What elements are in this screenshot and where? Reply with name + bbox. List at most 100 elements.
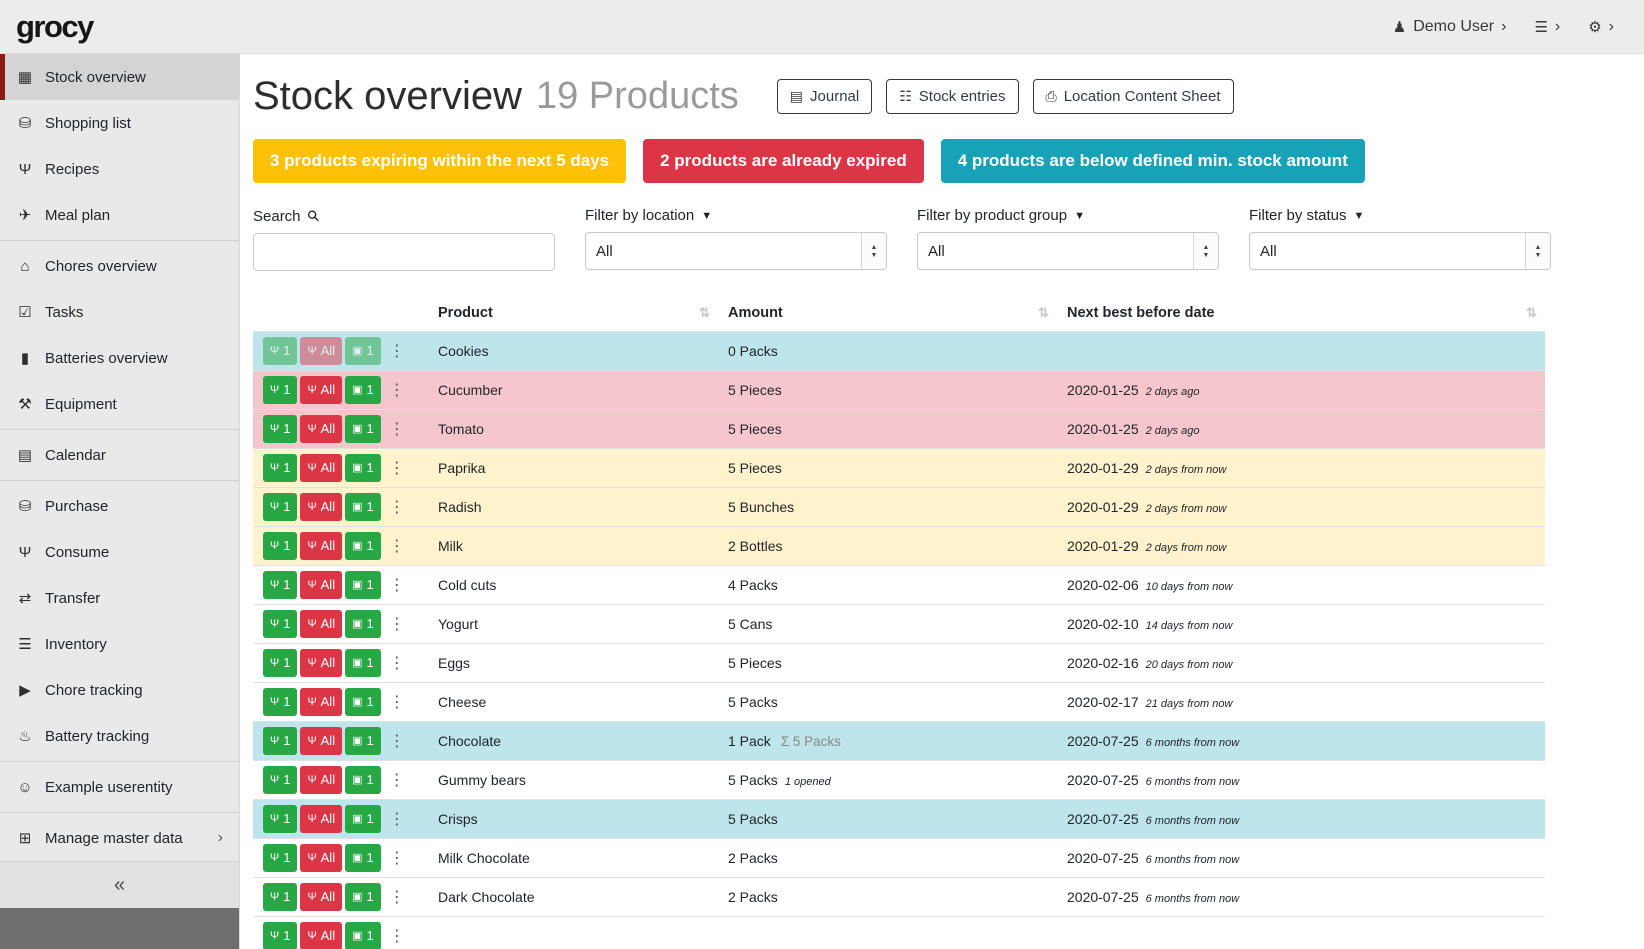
- sidebar-item-chores-overview[interactable]: ⌂Chores overview: [0, 243, 239, 289]
- open-one-button[interactable]: ▣1: [345, 337, 381, 365]
- consume-all-button[interactable]: ΨAll: [300, 766, 342, 794]
- sidebar-item-transfer[interactable]: ⇄Transfer: [0, 575, 239, 621]
- sidebar-item-batteries-overview[interactable]: ▮Batteries overview: [0, 335, 239, 381]
- row-menu-button[interactable]: ⋮: [384, 341, 410, 361]
- consume-one-button[interactable]: Ψ1: [263, 376, 297, 404]
- row-menu-button[interactable]: ⋮: [384, 458, 410, 478]
- row-menu-button[interactable]: ⋮: [384, 536, 410, 556]
- search-input[interactable]: [253, 233, 555, 271]
- consume-one-button[interactable]: Ψ1: [263, 922, 297, 949]
- sidebar-item-consume[interactable]: ΨConsume: [0, 529, 239, 575]
- sidebar-item-battery-tracking[interactable]: ♨Battery tracking: [0, 713, 239, 759]
- banner-below-min-stock[interactable]: 4 products are below defined min. stock …: [941, 139, 1365, 183]
- row-menu-button[interactable]: ⋮: [384, 575, 410, 595]
- admin-menu[interactable]: ⚙ ›: [1588, 18, 1614, 36]
- open-one-button[interactable]: ▣1: [345, 454, 381, 482]
- consume-all-button[interactable]: ΨAll: [300, 844, 342, 872]
- sidebar-collapse-button[interactable]: «: [114, 874, 125, 897]
- consume-all-button[interactable]: ΨAll: [300, 922, 342, 949]
- banner-expiring[interactable]: 3 products expiring within the next 5 da…: [253, 139, 626, 183]
- consume-one-button[interactable]: Ψ1: [263, 805, 297, 833]
- status-filter-select[interactable]: All: [1249, 232, 1551, 270]
- row-menu-button[interactable]: ⋮: [384, 653, 410, 673]
- open-one-button[interactable]: ▣1: [345, 571, 381, 599]
- journal-button[interactable]: ▤ Journal: [777, 79, 872, 114]
- row-menu-button[interactable]: ⋮: [384, 692, 410, 712]
- open-one-button[interactable]: ▣1: [345, 688, 381, 716]
- row-menu-button[interactable]: ⋮: [384, 497, 410, 517]
- open-one-button[interactable]: ▣1: [345, 766, 381, 794]
- user-menu[interactable]: ♟ Demo User ›: [1393, 18, 1507, 36]
- open-one-button[interactable]: ▣1: [345, 610, 381, 638]
- consume-one-button[interactable]: Ψ1: [263, 649, 297, 677]
- sidebar-item-recipes[interactable]: ΨRecipes: [0, 146, 239, 192]
- sidebar-item-inventory[interactable]: ☰Inventory: [0, 621, 239, 667]
- sidebar-item-purchase[interactable]: ⛁Purchase: [0, 483, 239, 529]
- product-group-filter-select[interactable]: All: [917, 232, 1219, 270]
- consume-all-button[interactable]: ΨAll: [300, 805, 342, 833]
- banner-expired[interactable]: 2 products are already expired: [643, 139, 924, 183]
- location-content-sheet-button[interactable]: ⎙ Location Content Sheet: [1033, 79, 1234, 114]
- consume-one-button[interactable]: Ψ1: [263, 883, 297, 911]
- consume-one-button[interactable]: Ψ1: [263, 844, 297, 872]
- open-one-button[interactable]: ▣1: [345, 883, 381, 911]
- consume-one-button[interactable]: Ψ1: [263, 454, 297, 482]
- row-menu-button[interactable]: ⋮: [384, 848, 410, 868]
- consume-one-button[interactable]: Ψ1: [263, 493, 297, 521]
- open-one-button[interactable]: ▣1: [345, 649, 381, 677]
- consume-one-button[interactable]: Ψ1: [263, 727, 297, 755]
- location-filter-select[interactable]: All: [585, 232, 887, 270]
- consume-one-button[interactable]: Ψ1: [263, 571, 297, 599]
- sidebar-item-shopping-list[interactable]: ⛁Shopping list: [0, 100, 239, 146]
- consume-all-button[interactable]: ΨAll: [300, 883, 342, 911]
- consume-all-button[interactable]: ΨAll: [300, 454, 342, 482]
- consume-one-button[interactable]: Ψ1: [263, 766, 297, 794]
- consume-all-button[interactable]: ΨAll: [300, 571, 342, 599]
- consume-all-button[interactable]: ΨAll: [300, 649, 342, 677]
- consume-all-button[interactable]: ΨAll: [300, 337, 342, 365]
- consume-all-button[interactable]: ΨAll: [300, 493, 342, 521]
- open-one-button[interactable]: ▣1: [345, 922, 381, 949]
- sidebar-item-manage-master-data[interactable]: ⊞Manage master data›: [0, 815, 239, 861]
- consume-all-button[interactable]: ΨAll: [300, 688, 342, 716]
- consume-all-button[interactable]: ΨAll: [300, 376, 342, 404]
- consume-all-button[interactable]: ΨAll: [300, 415, 342, 443]
- sidebar-item-example-userentity[interactable]: ☺Example userentity: [0, 764, 239, 810]
- row-menu-button[interactable]: ⋮: [384, 380, 410, 400]
- row-menu-button[interactable]: ⋮: [384, 770, 410, 790]
- row-menu-button[interactable]: ⋮: [384, 809, 410, 829]
- stock-entries-button[interactable]: ☷ Stock entries: [886, 79, 1018, 114]
- open-one-button[interactable]: ▣1: [345, 727, 381, 755]
- product-amount: 2 Packs: [718, 838, 1057, 877]
- column-header-best-before[interactable]: Next best before date ⇅: [1057, 295, 1545, 331]
- row-menu-button[interactable]: ⋮: [384, 887, 410, 907]
- consume-one-button[interactable]: Ψ1: [263, 688, 297, 716]
- sidebar-item-chore-tracking[interactable]: ▶Chore tracking: [0, 667, 239, 713]
- settings-menu[interactable]: ☰ ›: [1534, 18, 1560, 36]
- consume-one-button[interactable]: Ψ1: [263, 532, 297, 560]
- row-menu-button[interactable]: ⋮: [384, 926, 410, 946]
- open-one-button[interactable]: ▣1: [345, 415, 381, 443]
- open-one-button[interactable]: ▣1: [345, 844, 381, 872]
- sidebar-item-stock-overview[interactable]: ▦Stock overview: [0, 54, 239, 100]
- app-logo[interactable]: grocy: [16, 9, 93, 45]
- sidebar-item-calendar[interactable]: ▤Calendar: [0, 432, 239, 478]
- row-menu-button[interactable]: ⋮: [384, 614, 410, 634]
- column-header-product[interactable]: Product ⇅: [428, 295, 718, 331]
- sidebar-item-meal-plan[interactable]: ✈Meal plan: [0, 192, 239, 238]
- consume-all-button[interactable]: ΨAll: [300, 610, 342, 638]
- sidebar-item-equipment[interactable]: ⚒Equipment: [0, 381, 239, 427]
- consume-one-button[interactable]: Ψ1: [263, 337, 297, 365]
- sidebar-item-tasks[interactable]: ☑Tasks: [0, 289, 239, 335]
- consume-one-button[interactable]: Ψ1: [263, 415, 297, 443]
- consume-all-button[interactable]: ΨAll: [300, 532, 342, 560]
- open-one-button[interactable]: ▣1: [345, 376, 381, 404]
- open-one-button[interactable]: ▣1: [345, 805, 381, 833]
- row-menu-button[interactable]: ⋮: [384, 419, 410, 439]
- column-header-amount[interactable]: Amount ⇅: [718, 295, 1057, 331]
- open-one-button[interactable]: ▣1: [345, 532, 381, 560]
- consume-all-button[interactable]: ΨAll: [300, 727, 342, 755]
- consume-one-button[interactable]: Ψ1: [263, 610, 297, 638]
- open-one-button[interactable]: ▣1: [345, 493, 381, 521]
- row-menu-button[interactable]: ⋮: [384, 731, 410, 751]
